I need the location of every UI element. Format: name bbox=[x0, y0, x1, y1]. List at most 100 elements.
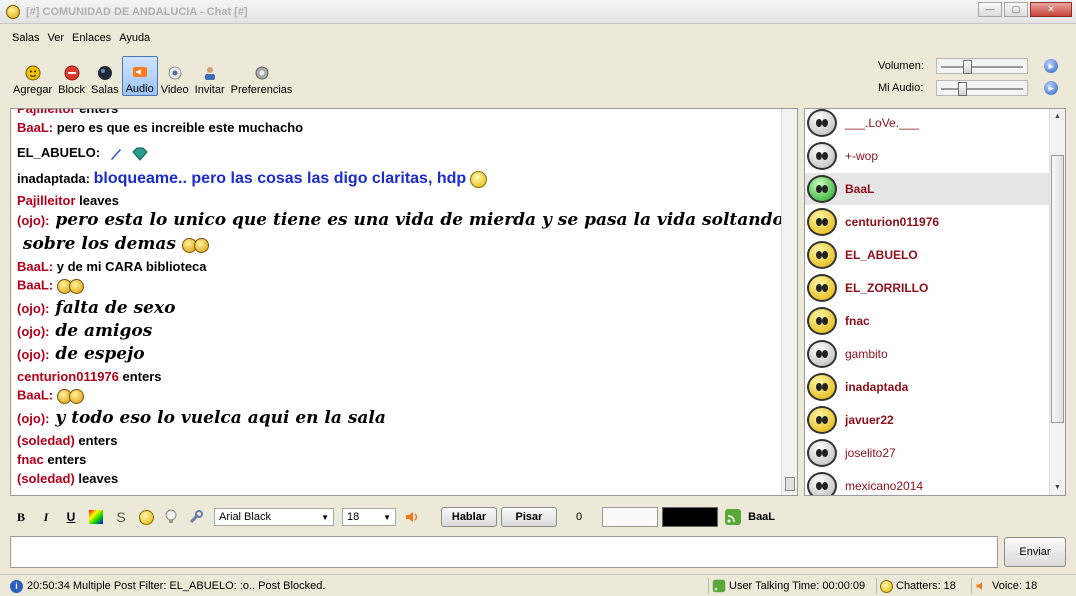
dropdown-arrow-icon: ▼ bbox=[321, 512, 329, 522]
user-list-item[interactable]: mexicano2014 bbox=[805, 470, 1049, 495]
color-picker-button[interactable] bbox=[85, 507, 107, 527]
pen-icon bbox=[110, 148, 121, 160]
user-name: gambito bbox=[845, 347, 888, 361]
close-button[interactable]: ✕ bbox=[1030, 2, 1072, 17]
bold-button[interactable]: B bbox=[10, 507, 32, 527]
font-size-select[interactable]: 18 ▼ bbox=[342, 508, 396, 526]
video-button[interactable]: Video bbox=[158, 56, 192, 96]
speaker-icon bbox=[976, 582, 982, 590]
volume-info-icon[interactable]: ▸ bbox=[1044, 59, 1058, 73]
menu-salas[interactable]: Salas bbox=[8, 30, 44, 48]
agregar-button[interactable]: Agregar bbox=[10, 56, 55, 96]
chat-message: (ojo): de amigos bbox=[17, 321, 153, 341]
mic-slider-thumb[interactable] bbox=[958, 82, 967, 96]
scroll-up-arrow[interactable]: ▲ bbox=[1054, 113, 1061, 120]
link-button[interactable] bbox=[185, 507, 207, 527]
user-list-item[interactable]: gambito bbox=[805, 338, 1049, 370]
user-list-item[interactable]: fnac bbox=[805, 305, 1049, 337]
chat-scroll-grip[interactable] bbox=[785, 477, 795, 491]
user-list-item[interactable]: centurion011976 bbox=[805, 206, 1049, 238]
message-input[interactable] bbox=[10, 536, 998, 568]
audio-button[interactable]: Audio bbox=[121, 56, 158, 96]
user-name: BaaL bbox=[845, 182, 875, 196]
user-avatar-icon bbox=[807, 208, 837, 236]
chat-message: Pajilleitor enters bbox=[17, 108, 119, 116]
font-family-select[interactable]: Arial Black ▼ bbox=[214, 508, 334, 526]
speaker-button[interactable] bbox=[402, 507, 424, 527]
user-list-item[interactable]: EL_ABUELO bbox=[805, 239, 1049, 271]
background-color-box[interactable] bbox=[602, 507, 659, 527]
chat-message: BaaL: y de mi CARA biblioteca bbox=[17, 259, 207, 274]
user-name: javuer22 bbox=[845, 413, 894, 427]
pisar-button[interactable]: Pisar bbox=[501, 507, 557, 527]
menu-ver[interactable]: Ver bbox=[44, 30, 69, 48]
user-name: +-wop bbox=[845, 149, 879, 163]
salas-button[interactable]: Salas bbox=[88, 56, 122, 96]
audio-label: Audio bbox=[125, 83, 154, 95]
user-list-item[interactable]: joselito27 bbox=[805, 437, 1049, 469]
user-avatar-icon bbox=[807, 439, 837, 467]
scroll-down-arrow[interactable]: ▼ bbox=[1054, 484, 1061, 491]
user-avatar-icon bbox=[807, 406, 837, 434]
volume-slider[interactable] bbox=[936, 58, 1028, 74]
user-avatar-icon bbox=[807, 109, 837, 137]
underline-button[interactable]: U bbox=[60, 507, 82, 527]
block-button[interactable]: Block bbox=[55, 56, 88, 96]
chatters-count: Chatters: 18 bbox=[896, 580, 956, 592]
title-bar: [#] COMUNIDAD DE ANDALUCIA - Chat [#] — … bbox=[0, 0, 1076, 24]
volume-slider-thumb[interactable] bbox=[963, 60, 972, 74]
user-list-item[interactable]: EL_ZORRILLO bbox=[805, 272, 1049, 304]
strikethrough-button[interactable]: S bbox=[110, 507, 132, 527]
chatters-section: Chatters: 18 bbox=[876, 578, 956, 594]
user-name: fnac bbox=[845, 314, 870, 328]
user-list-scrollbar[interactable]: ▲ ▼ bbox=[1049, 109, 1065, 495]
user-name: inadaptada bbox=[845, 380, 909, 394]
app-icon bbox=[6, 4, 20, 19]
user-list-item[interactable]: inadaptada bbox=[805, 371, 1049, 403]
emoticon-pair-icon bbox=[56, 387, 87, 405]
menu-ayuda[interactable]: Ayuda bbox=[115, 30, 154, 48]
user-avatar-icon bbox=[807, 274, 837, 302]
preferencias-button[interactable]: Preferencias bbox=[228, 56, 296, 96]
chatters-icon bbox=[880, 579, 893, 593]
hint-button[interactable] bbox=[160, 507, 182, 527]
chat-messages: Pajilleitor enters BaaL: pero es que es … bbox=[17, 108, 797, 495]
user-list-item[interactable]: javuer22 bbox=[805, 404, 1049, 436]
video-label: Video bbox=[160, 84, 189, 96]
user-list-item[interactable]: ___.LoVe.___ bbox=[805, 109, 1049, 139]
mic-label: Mi Audio: bbox=[878, 82, 924, 94]
mic-info-icon[interactable]: ▸ bbox=[1044, 81, 1058, 95]
send-button[interactable]: Enviar bbox=[1004, 537, 1066, 567]
dropdown-arrow-icon: ▼ bbox=[383, 512, 391, 522]
mic-slider[interactable] bbox=[936, 80, 1028, 96]
hablar-button[interactable]: Hablar bbox=[441, 507, 497, 527]
invitar-button[interactable]: Invitar bbox=[192, 56, 228, 96]
chat-message: fnac enters bbox=[17, 452, 87, 467]
chat-message: BaaL: pero es que es increible este much… bbox=[17, 120, 304, 135]
mic-row: Mi Audio: ▸ bbox=[878, 78, 1068, 98]
sunglasses-smiley-icon bbox=[138, 509, 154, 525]
user-avatar-icon bbox=[807, 373, 837, 401]
italic-button[interactable]: I bbox=[35, 507, 57, 527]
window-controls: — ▢ ✕ bbox=[978, 2, 1072, 17]
add-user-icon bbox=[25, 65, 41, 81]
volume-label: Volumen: bbox=[878, 60, 924, 72]
user-list-item[interactable]: +-wop bbox=[805, 140, 1049, 172]
minimize-button[interactable]: — bbox=[978, 2, 1002, 17]
chat-message: (soledad) enters bbox=[17, 433, 118, 448]
rooms-icon bbox=[97, 66, 112, 80]
chat-scrollbar[interactable] bbox=[781, 109, 797, 495]
user-list-scroll-thumb[interactable] bbox=[1051, 155, 1064, 423]
user-name: EL_ZORRILLO bbox=[845, 281, 929, 295]
user-name: mexicano2014 bbox=[845, 479, 924, 493]
maximize-button[interactable]: ▢ bbox=[1004, 2, 1028, 17]
user-list-item[interactable]: BaaL bbox=[805, 173, 1049, 205]
emoticon-button[interactable] bbox=[135, 507, 157, 527]
rss-icon bbox=[725, 509, 742, 525]
chat-log[interactable]: Pajilleitor enters BaaL: pero es que es … bbox=[10, 108, 798, 496]
menu-enlaces[interactable]: Enlaces bbox=[68, 30, 115, 48]
text-color-box[interactable] bbox=[662, 507, 719, 527]
chat-message: Pajilleitor leaves bbox=[17, 193, 119, 208]
user-list[interactable]: ___.LoVe.___ +-wop BaaL centurion011976 EL_A… bbox=[804, 108, 1066, 496]
info-icon: i bbox=[10, 579, 23, 593]
